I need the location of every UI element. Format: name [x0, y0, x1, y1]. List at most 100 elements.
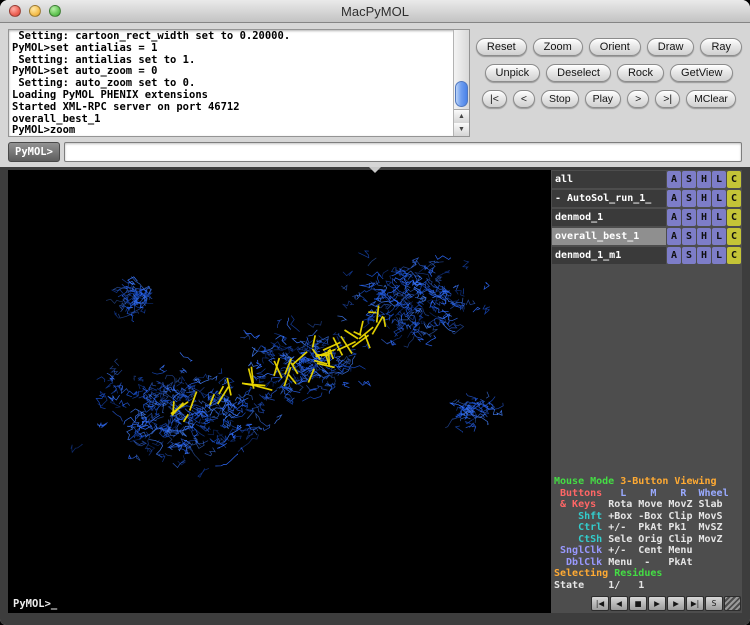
object-l-button-autosol-run-1[interactable]: L	[712, 190, 726, 207]
mouse-text-segment: Residues	[614, 568, 662, 579]
rock-button[interactable]: Rock	[617, 64, 664, 82]
object-c-button-all[interactable]: C	[727, 171, 741, 188]
command-prompt-label: PyMOL>	[8, 142, 60, 162]
controls-row-3: |< < Stop Play > >| MClear	[482, 90, 736, 108]
object-l-button-overall-best-1[interactable]: L	[712, 228, 726, 245]
object-s-button-autosol-run-1[interactable]: S	[682, 190, 696, 207]
vcr-s-button[interactable]: S	[705, 596, 723, 611]
mouse-text-segment: Sele Orig Clip MovZ	[608, 534, 722, 545]
object-l-button-denmod-1[interactable]: L	[712, 209, 726, 226]
stop-button[interactable]: Stop	[541, 90, 579, 108]
mouse-text-segment: Menu - PkAt	[608, 557, 692, 568]
getview-button[interactable]: GetView	[670, 64, 733, 82]
object-row-denmod-1-m1: denmod_1_m1ASHLC	[552, 247, 741, 264]
zoom-button[interactable]: Zoom	[533, 38, 583, 56]
minimize-button[interactable]	[29, 5, 41, 17]
mouse-text-segment: Shft	[554, 511, 608, 522]
title-bar: MacPyMOL	[0, 0, 750, 23]
scroll-up-arrow-icon[interactable]: ▲	[454, 110, 469, 123]
mouse-mode-line[interactable]: Mouse Mode 3-Button Viewing	[554, 476, 742, 488]
mouse-text-segment: DblClk	[554, 557, 608, 568]
object-c-button-denmod-1[interactable]: C	[727, 209, 741, 226]
reset-button[interactable]: Reset	[476, 38, 527, 56]
mouse-text-segment: 1/ 1	[608, 580, 644, 591]
main-pane: PyMOL>_ allASHLC- AutoSol_run_1_ASHLCden…	[0, 167, 750, 625]
unpick-button[interactable]: Unpick	[485, 64, 541, 82]
movie-last-button[interactable]: >|	[655, 90, 680, 108]
object-a-button-denmod-1-m1[interactable]: A	[667, 247, 681, 264]
object-s-button-overall-best-1[interactable]: S	[682, 228, 696, 245]
selecting-line[interactable]: Selecting Residues	[554, 568, 742, 580]
ctrl-line: Ctrl +/- PkAt Pk1 MvSZ	[554, 522, 742, 534]
state-line[interactable]: State 1/ 1	[554, 580, 742, 592]
console-log-area[interactable]: Setting: cartoon_rect_width set to 0.200…	[8, 29, 470, 137]
object-s-button-all[interactable]: S	[682, 171, 696, 188]
object-row-denmod-1: denmod_1ASHLC	[552, 209, 741, 226]
vcr-play-button[interactable]: ▶	[648, 596, 666, 611]
mclear-button[interactable]: MClear	[686, 90, 736, 108]
ray-button[interactable]: Ray	[700, 38, 742, 56]
mouse-text-segment: +Box -Box Clip MovS	[608, 511, 722, 522]
object-s-button-denmod-1-m1[interactable]: S	[682, 247, 696, 264]
command-input[interactable]	[64, 142, 742, 162]
movie-forward-button[interactable]: >	[627, 90, 649, 108]
object-a-button-denmod-1[interactable]: A	[667, 209, 681, 226]
buttons-header-line: Buttons L M R Wheel	[554, 488, 742, 500]
object-h-button-denmod-1-m1[interactable]: H	[697, 247, 711, 264]
vcr-rewind-button[interactable]: |◀	[591, 596, 609, 611]
mouse-text-segment: State	[554, 580, 608, 591]
3d-viewport[interactable]: PyMOL>_	[8, 170, 551, 613]
object-h-button-overall-best-1[interactable]: H	[697, 228, 711, 245]
draw-button[interactable]: Draw	[647, 38, 695, 56]
object-c-button-denmod-1-m1[interactable]: C	[727, 247, 741, 264]
mouse-text-segment: CtSh	[554, 534, 608, 545]
object-h-button-autosol-run-1[interactable]: H	[697, 190, 711, 207]
scrollbar-arrows: ▲ ▼	[454, 109, 469, 136]
log-scrollbar[interactable]: ▲ ▼	[453, 30, 469, 136]
object-h-button-denmod-1[interactable]: H	[697, 209, 711, 226]
dblclk-line: DblClk Menu - PkAt	[554, 557, 742, 569]
vcr-forward-button[interactable]: ▶	[667, 596, 685, 611]
mouse-text-segment: Ctrl	[554, 522, 608, 533]
object-l-button-all[interactable]: L	[712, 171, 726, 188]
scrollbar-thumb[interactable]	[455, 81, 468, 107]
mouse-text-segment: +/- PkAt Pk1 MvSZ	[608, 522, 722, 533]
scroll-down-arrow-icon[interactable]: ▼	[454, 123, 469, 136]
snglclk-line: SnglClk +/- Cent Menu	[554, 545, 742, 557]
object-name-autosol-run-1[interactable]: - AutoSol_run_1_	[552, 190, 666, 207]
log-line: PyMOL>zoom	[12, 125, 452, 135]
object-l-button-denmod-1-m1[interactable]: L	[712, 247, 726, 264]
density-mesh	[8, 170, 551, 613]
internal-gui-sidebar: allASHLC- AutoSol_run_1_ASHLCdenmod_1ASH…	[551, 170, 742, 613]
object-h-button-all[interactable]: H	[697, 171, 711, 188]
vcr-back-button[interactable]: ◀	[610, 596, 628, 611]
upper-pane: Setting: cartoon_rect_width set to 0.200…	[0, 23, 750, 141]
splitter-handle-icon[interactable]	[369, 167, 381, 173]
zoom-window-button[interactable]	[49, 5, 61, 17]
ctsh-line: CtSh Sele Orig Clip MovZ	[554, 534, 742, 546]
close-button[interactable]	[9, 5, 21, 17]
object-name-denmod-1-m1[interactable]: denmod_1_m1	[552, 247, 666, 264]
keys-line: & Keys Rota Move MovZ Slab	[554, 499, 742, 511]
object-c-button-overall-best-1[interactable]: C	[727, 228, 741, 245]
object-a-button-autosol-run-1[interactable]: A	[667, 190, 681, 207]
object-c-button-autosol-run-1[interactable]: C	[727, 190, 741, 207]
movie-back-button[interactable]: <	[513, 90, 535, 108]
object-name-overall-best-1[interactable]: overall_best_1	[552, 228, 666, 245]
play-button[interactable]: Play	[585, 90, 621, 108]
vcr-end-button[interactable]: ▶|	[686, 596, 704, 611]
object-name-all[interactable]: all	[552, 171, 666, 188]
object-a-button-all[interactable]: A	[667, 171, 681, 188]
resize-grip-icon[interactable]	[724, 596, 741, 611]
orient-button[interactable]: Orient	[589, 38, 641, 56]
object-name-denmod-1[interactable]: denmod_1	[552, 209, 666, 226]
object-a-button-overall-best-1[interactable]: A	[667, 228, 681, 245]
shift-line: Shft +Box -Box Clip MovS	[554, 511, 742, 523]
viewport-prompt: PyMOL>_	[13, 598, 57, 610]
controls-row-1: Reset Zoom Orient Draw Ray	[476, 38, 742, 56]
log-line: Started XML-RPC server on port 46712	[12, 102, 452, 114]
movie-first-button[interactable]: |<	[482, 90, 507, 108]
object-s-button-denmod-1[interactable]: S	[682, 209, 696, 226]
vcr-stop-button[interactable]: ■	[629, 596, 647, 611]
deselect-button[interactable]: Deselect	[546, 64, 611, 82]
